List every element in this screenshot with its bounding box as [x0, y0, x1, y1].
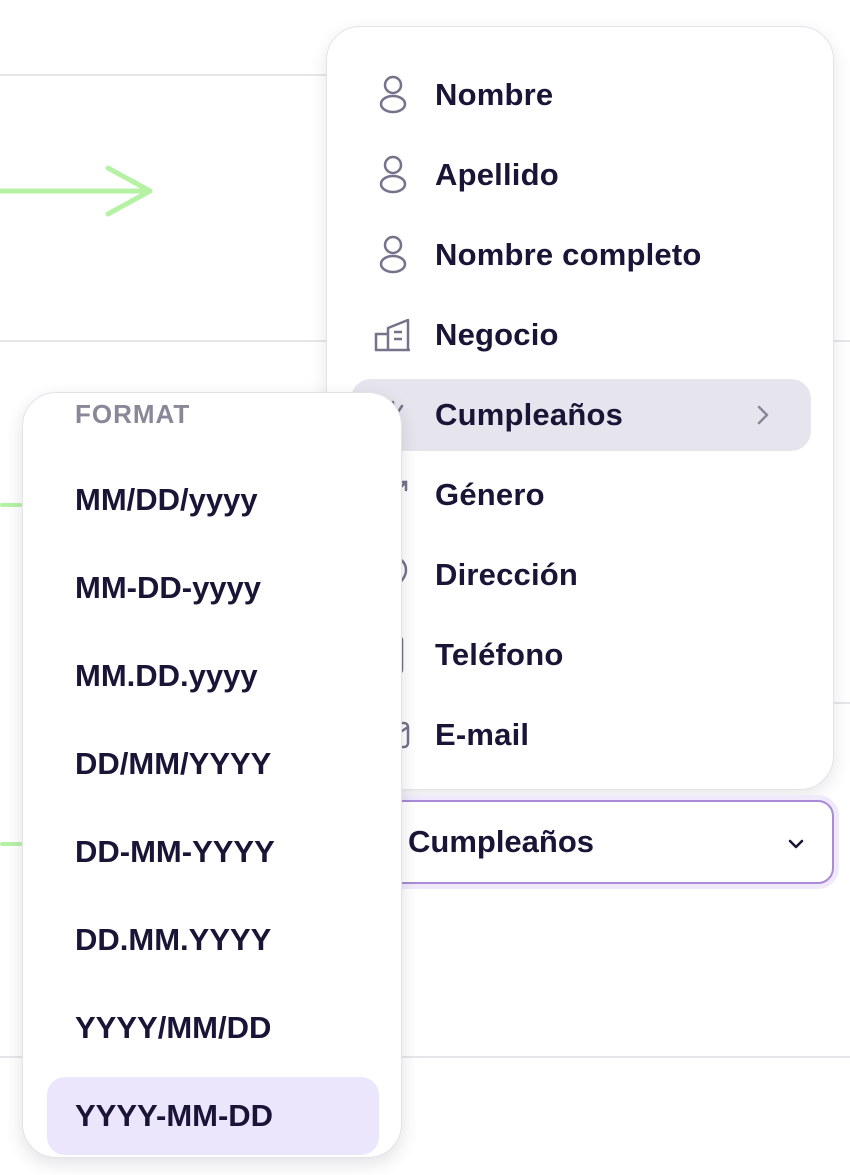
field-menu: Nombre Apellido Nombre completo Negocio … — [326, 26, 834, 790]
format-option-label: DD.MM.YYYY — [75, 922, 272, 957]
format-option[interactable]: YYYY/MM/DD — [47, 989, 379, 1067]
field-item-label: Nombre — [435, 77, 554, 112]
format-option[interactable]: DD/MM/YYYY — [47, 725, 379, 803]
mapping-line-stub — [0, 503, 22, 507]
field-item-email[interactable]: E-mail — [351, 699, 811, 771]
format-option[interactable]: MM/DD/yyyy — [47, 461, 379, 539]
building-icon — [371, 313, 415, 357]
format-option-selected[interactable]: YYYY-MM-DD — [47, 1077, 379, 1155]
field-item-nombre-completo[interactable]: Nombre completo — [351, 219, 811, 291]
field-item-label: Apellido — [435, 157, 559, 192]
field-item-genero[interactable]: Género — [351, 459, 811, 531]
field-item-cumpleanos[interactable]: Cumpleaños — [351, 379, 811, 451]
field-item-label: Cumpleaños — [435, 397, 624, 432]
user-icon — [371, 73, 415, 117]
field-item-label: Teléfono — [435, 637, 564, 672]
format-option-label: MM/DD/yyyy — [75, 482, 258, 517]
field-item-label: Dirección — [435, 557, 579, 592]
format-option-label: DD-MM-YYYY — [75, 834, 275, 869]
field-item-negocio[interactable]: Negocio — [351, 299, 811, 371]
format-option[interactable]: DD-MM-YYYY — [47, 813, 379, 891]
field-item-label: Género — [435, 477, 545, 512]
field-select-value: Cumpleaños — [408, 824, 595, 859]
chevron-right-icon — [757, 405, 769, 425]
field-item-direccion[interactable]: Dirección — [351, 539, 811, 611]
user-icon — [371, 153, 415, 197]
format-option-label: YYYY/MM/DD — [75, 1010, 272, 1045]
chevron-down-icon — [788, 839, 804, 849]
field-item-label: Nombre completo — [435, 237, 702, 272]
row-divider — [834, 340, 850, 342]
format-option-label: MM.DD.yyyy — [75, 658, 258, 693]
field-item-label: Negocio — [435, 317, 559, 352]
format-option[interactable]: DD.MM.YYYY — [47, 901, 379, 979]
format-option-label: YYYY-MM-DD — [75, 1098, 274, 1133]
user-icon — [371, 233, 415, 277]
format-option-label: MM-DD-yyyy — [75, 570, 262, 605]
row-divider — [0, 74, 326, 76]
format-option-label: DD/MM/YYYY — [75, 746, 272, 781]
mapping-arrow-icon — [0, 165, 153, 217]
mapping-line-stub — [0, 842, 22, 846]
field-select[interactable]: Cumpleaños — [368, 800, 834, 884]
field-item-label: E-mail — [435, 717, 530, 752]
row-divider — [0, 340, 326, 342]
field-item-nombre[interactable]: Nombre — [351, 59, 811, 131]
format-option[interactable]: MM-DD-yyyy — [47, 549, 379, 627]
field-item-telefono[interactable]: Teléfono — [351, 619, 811, 691]
field-item-apellido[interactable]: Apellido — [351, 139, 811, 211]
format-option[interactable]: MM.DD.yyyy — [47, 637, 379, 715]
date-format-menu: FORMAT MM/DD/yyyy MM-DD-yyyy MM.DD.yyyy … — [22, 392, 402, 1158]
format-heading: FORMAT — [75, 399, 191, 429]
